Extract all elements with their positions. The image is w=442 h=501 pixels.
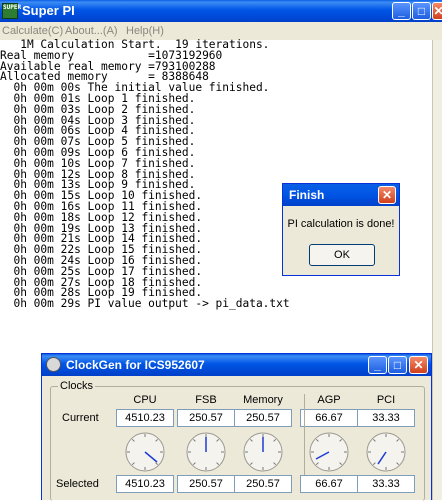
finish-title: Finish	[289, 188, 325, 202]
maximize-button[interactable]: □	[412, 2, 431, 20]
clockgen-titlebar[interactable]: ClockGen for ICS952607 _ □ ✕	[42, 354, 431, 376]
finish-dialog: Finish ✕ PI calculation is done! OK	[282, 183, 400, 276]
clockgen-minimize-button[interactable]: _	[368, 356, 387, 374]
col-header-fsb: FSB	[195, 394, 217, 406]
clockgen-title: ClockGen for ICS952607	[66, 358, 205, 372]
fsb-gauge[interactable]	[185, 431, 227, 473]
clockgen-maximize-button[interactable]: □	[388, 356, 407, 374]
menu-help[interactable]: Help(H)	[126, 25, 164, 37]
memory-current-value: 250.57	[234, 409, 292, 427]
pci-selected-value[interactable]: 33.33	[357, 475, 415, 493]
finish-message: PI calculation is done!	[287, 218, 395, 230]
minimize-button[interactable]: _	[392, 2, 411, 20]
memory-selected-value[interactable]: 250.57	[234, 475, 292, 493]
vertical-scrollbar[interactable]	[432, 40, 442, 500]
row-label-selected: Selected	[56, 478, 99, 490]
cpu-selected-value[interactable]: 4510.23	[116, 475, 174, 493]
col-header-memory: Memory	[243, 394, 283, 406]
memory-gauge[interactable]	[242, 431, 284, 473]
menu-about[interactable]: About...(A)	[65, 25, 118, 37]
close-button[interactable]: ✕	[432, 2, 442, 20]
clock-icon	[46, 357, 61, 372]
superpi-titlebar[interactable]: SUPER Super PI _ □ ✕	[0, 0, 442, 22]
col-header-cpu: CPU	[133, 394, 157, 406]
col-header-agp: AGP	[317, 394, 341, 406]
cpu-gauge[interactable]	[124, 431, 166, 473]
fsb-selected-value[interactable]: 250.57	[177, 475, 235, 493]
pci-current-value: 33.33	[357, 409, 415, 427]
agp-selected-value[interactable]: 66.67	[300, 475, 358, 493]
console-line: 0h 00m 29s PI value output -> pi_data.tx…	[0, 297, 290, 311]
superpi-app-icon: SUPER	[2, 3, 21, 19]
row-label-current: Current	[62, 412, 99, 424]
clocks-group-label: Clocks	[58, 380, 96, 392]
agp-current-value: 66.67	[300, 409, 358, 427]
clockgen-window: ClockGen for ICS952607 _ □ ✕ Clocks CPU …	[41, 353, 432, 501]
fsb-current-value: 250.57	[177, 409, 235, 427]
pci-gauge[interactable]	[365, 431, 407, 473]
col-header-pci: PCI	[376, 394, 396, 406]
finish-titlebar[interactable]: Finish ✕	[283, 184, 399, 206]
finish-close-button[interactable]: ✕	[378, 186, 396, 204]
menu-calculate[interactable]: Calculate(C)	[2, 25, 63, 37]
superpi-title: Super PI	[22, 3, 75, 18]
ok-button[interactable]: OK	[309, 244, 375, 266]
agp-gauge[interactable]	[308, 431, 350, 473]
cpu-current-value: 4510.23	[116, 409, 174, 427]
clockgen-close-button[interactable]: ✕	[409, 356, 428, 374]
